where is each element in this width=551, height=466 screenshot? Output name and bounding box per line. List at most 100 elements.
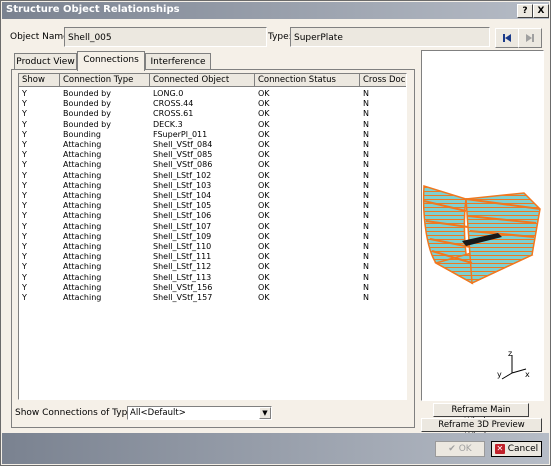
next-object-button[interactable]	[518, 28, 542, 48]
table-row[interactable]: Y Attaching Shell_LStf_102 OK N	[19, 170, 406, 181]
cell-cross-doc: N	[363, 89, 369, 98]
cell-cross-doc: N	[363, 150, 369, 160]
table-row[interactable]: Y Attaching Shell_LStf_113 OK N	[19, 272, 406, 283]
cell-connection-type: Attaching	[63, 231, 102, 241]
cell-connection-status: OK	[258, 242, 270, 251]
cell-connected-object: Shell_LStf_102	[153, 170, 212, 180]
axis-triad-icon	[501, 355, 527, 380]
cell-connection-status: OK	[258, 160, 270, 170]
column-header-connection-type[interactable]: Connection Type	[60, 74, 150, 87]
cell-connection-type: Attaching	[63, 242, 102, 251]
cell-show: Y	[22, 242, 27, 251]
cell-cross-doc: N	[363, 282, 369, 292]
cell-show: Y	[22, 293, 27, 302]
cell-connection-type: Attaching	[63, 211, 102, 221]
tab-product-view[interactable]: Product View	[14, 53, 77, 70]
title-bar[interactable]: Structure Object Relationships ? X	[2, 2, 549, 19]
column-header-connected-object[interactable]: Connected Object	[150, 74, 255, 87]
column-header-cross-doc[interactable]: Cross Doc	[360, 74, 406, 87]
cell-connection-status: OK	[258, 89, 270, 98]
cell-connection-status: OK	[258, 201, 270, 211]
table-row[interactable]: Y Attaching Shell_VStf_086 OK N	[19, 160, 406, 170]
cell-connection-type: Attaching	[63, 221, 102, 231]
help-button[interactable]: ?	[517, 4, 533, 18]
cell-connection-status: OK	[258, 262, 270, 272]
object-name-label: Object Name:	[10, 32, 72, 42]
cancel-button[interactable]: ✕ Cancel	[491, 441, 542, 457]
cell-connection-status: OK	[258, 150, 270, 160]
cell-connected-object: Shell_LStf_111	[153, 252, 212, 262]
cell-show: Y	[22, 201, 27, 211]
cell-cross-doc: N	[363, 109, 369, 119]
ok-button[interactable]: ✔ OK	[435, 441, 485, 457]
cell-cross-doc: N	[363, 262, 369, 272]
cell-connected-object: Shell_LStf_105	[153, 201, 212, 211]
table-row[interactable]: Y Attaching Shell_LStf_103 OK N	[19, 180, 406, 191]
cell-connected-object: Shell_VStf_085	[153, 150, 213, 160]
table-row[interactable]: Y Bounded by CROSS.44 OK N	[19, 99, 406, 109]
cell-connection-type: Attaching	[63, 191, 102, 200]
type-field[interactable]: SuperPlate	[290, 27, 490, 47]
dropdown-value: All<Default>	[130, 408, 186, 418]
table-row[interactable]: Y Attaching Shell_LStf_109 OK N	[19, 231, 406, 242]
cell-show: Y	[22, 150, 27, 160]
tab-connections[interactable]: Connections	[77, 51, 145, 71]
cell-show: Y	[22, 99, 27, 109]
table-row[interactable]: Y Bounding FSuperPl_011 OK N	[19, 129, 406, 140]
cell-connection-type: Bounded by	[63, 89, 111, 98]
cell-connection-status: OK	[258, 119, 270, 129]
cell-connected-object: Shell_VStf_156	[153, 282, 213, 292]
cell-connection-status: OK	[258, 140, 270, 149]
table-row[interactable]: Y Attaching Shell_LStf_111 OK N	[19, 252, 406, 262]
connection-types-dropdown[interactable]: All<Default> ▼	[127, 406, 272, 420]
close-button[interactable]: X	[533, 4, 549, 18]
cell-connection-status: OK	[258, 252, 270, 262]
table-row[interactable]: Y Attaching Shell_VStf_156 OK N	[19, 282, 406, 293]
cell-connected-object: DECK.3	[153, 119, 183, 129]
object-name-field[interactable]: Shell_005	[64, 27, 267, 47]
cell-show: Y	[22, 191, 27, 200]
cell-connection-type: Attaching	[63, 160, 102, 170]
cell-connection-status: OK	[258, 170, 270, 180]
preview-model-graphic: z y x	[422, 184, 541, 380]
cell-connected-object: Shell_LStf_109	[153, 231, 212, 241]
cell-connection-type: Bounding	[63, 129, 101, 139]
cell-show: Y	[22, 109, 27, 119]
reframe-main-window-button[interactable]: Reframe Main Window	[433, 403, 529, 427]
column-header-show[interactable]: Show	[19, 74, 60, 87]
cell-show: Y	[22, 129, 27, 139]
tab-interference[interactable]: Interference	[145, 53, 211, 70]
cell-connected-object: Shell_VStf_157	[153, 293, 213, 302]
cell-connection-status: OK	[258, 272, 270, 282]
column-header-connection-status[interactable]: Connection Status	[255, 74, 360, 87]
table-row[interactable]: Y Bounded by DECK.3 OK N	[19, 119, 406, 130]
chevron-down-icon[interactable]: ▼	[259, 407, 271, 419]
first-object-button[interactable]	[495, 28, 519, 48]
table-row[interactable]: Y Attaching Shell_VStf_157 OK N	[19, 293, 406, 303]
table-row[interactable]: Y Attaching Shell_LStf_112 OK N	[19, 262, 406, 272]
cell-connection-type: Attaching	[63, 180, 102, 190]
table-row[interactable]: Y Attaching Shell_VStf_084 OK N	[19, 140, 406, 150]
cell-connected-object: CROSS.61	[153, 109, 194, 119]
cell-cross-doc: N	[363, 99, 369, 109]
cancel-icon: ✕	[494, 444, 505, 454]
cell-connection-status: OK	[258, 221, 270, 231]
3d-preview-viewport[interactable]: z y x	[421, 50, 544, 401]
cell-connected-object: FSuperPl_011	[153, 129, 208, 139]
table-row[interactable]: Y Attaching Shell_LStf_107 OK N	[19, 221, 406, 232]
cell-cross-doc: N	[363, 160, 369, 170]
table-row[interactable]: Y Attaching Shell_LStf_106 OK N	[19, 211, 406, 221]
table-row[interactable]: Y Bounded by LONG.0 OK N	[19, 89, 406, 99]
cell-cross-doc: N	[363, 129, 369, 139]
table-row[interactable]: Y Attaching Shell_VStf_085 OK N	[19, 150, 406, 160]
cell-connection-type: Attaching	[63, 170, 102, 180]
table-row[interactable]: Y Attaching Shell_LStf_110 OK N	[19, 242, 406, 252]
cell-connected-object: Shell_LStf_103	[153, 180, 212, 190]
table-row[interactable]: Y Attaching Shell_LStf_104 OK N	[19, 191, 406, 201]
reframe-3d-preview-button[interactable]: Reframe 3D Preview Window	[421, 418, 542, 442]
axis-y-label: y	[497, 370, 502, 379]
connections-table[interactable]: Show Connection Type Connected Object Co…	[18, 73, 407, 400]
cell-connection-type: Attaching	[63, 150, 102, 160]
table-row[interactable]: Y Attaching Shell_LStf_105 OK N	[19, 201, 406, 211]
table-row[interactable]: Y Bounded by CROSS.61 OK N	[19, 109, 406, 119]
